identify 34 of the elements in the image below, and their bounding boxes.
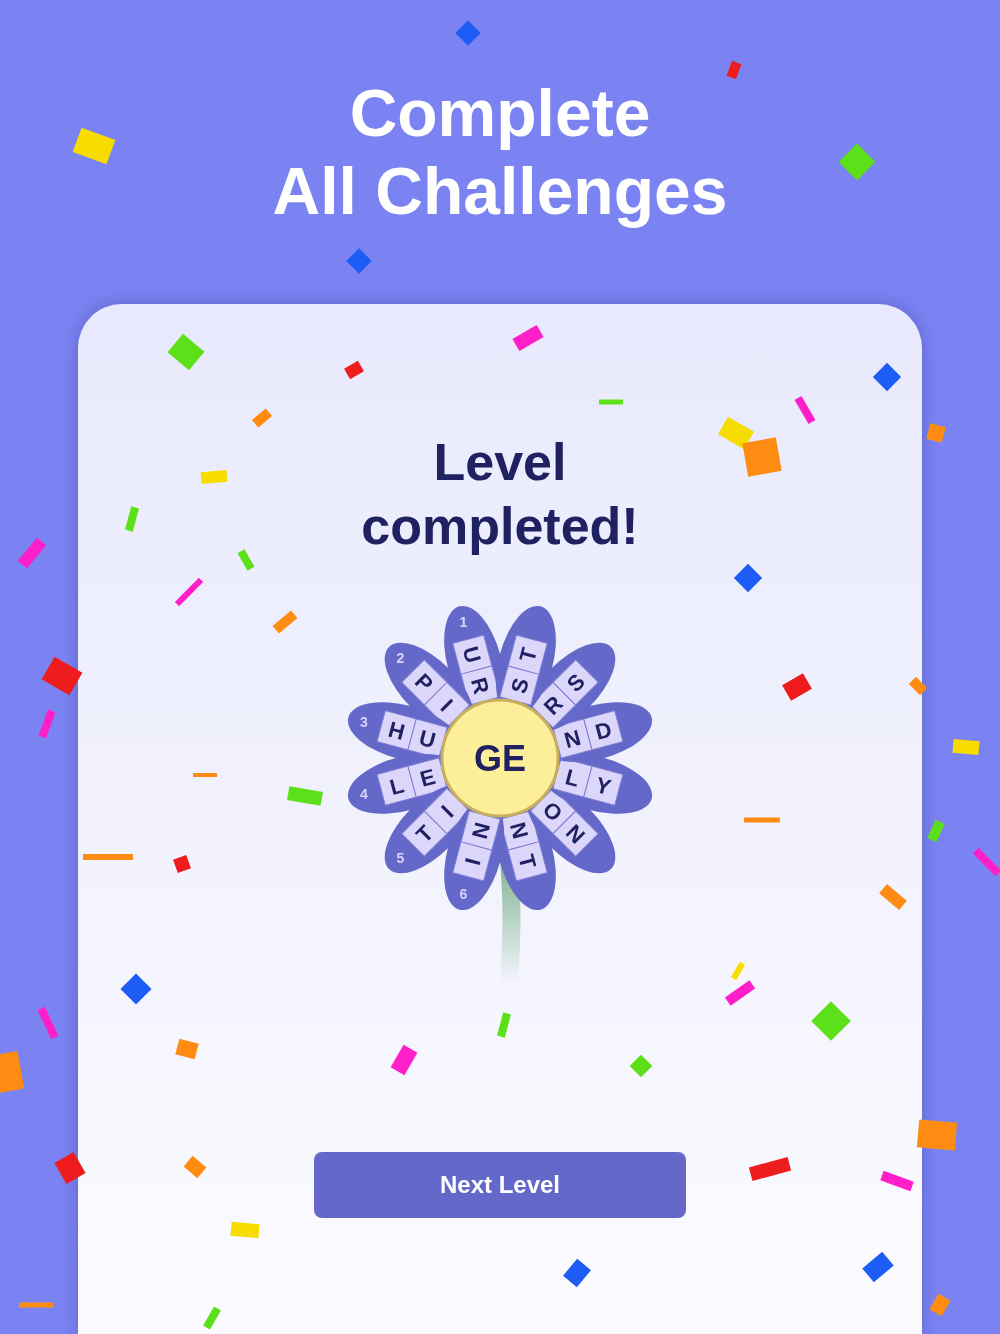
- confetti-piece: [726, 60, 742, 80]
- confetti-piece: [173, 855, 191, 873]
- letter-tile: Y: [583, 765, 624, 806]
- confetti-piece: [230, 1221, 260, 1239]
- next-level-button[interactable]: Next Level: [314, 1152, 686, 1218]
- confetti-piece: [175, 1038, 199, 1060]
- confetti-piece: [742, 437, 782, 477]
- confetti-piece: [744, 817, 780, 823]
- confetti-piece: [927, 819, 945, 843]
- confetti-piece: [497, 1012, 511, 1038]
- confetti-piece: [926, 423, 946, 443]
- confetti-piece: [200, 469, 228, 485]
- word-number: 6: [459, 886, 468, 903]
- headline: All Challenges: [272, 153, 728, 230]
- letter-tile: I: [452, 841, 493, 882]
- word-number: 4: [359, 786, 368, 803]
- confetti-piece: [287, 786, 323, 806]
- letter-tile: T: [507, 634, 548, 675]
- word-number: 3: [359, 713, 368, 730]
- confetti-piece: [599, 399, 623, 405]
- letter-tile: D: [583, 710, 624, 751]
- headline: Complete: [349, 75, 651, 152]
- confetti-piece: [125, 506, 139, 532]
- confetti-piece: [952, 738, 980, 756]
- level-completed-title: Level: [433, 432, 567, 493]
- confetti-piece: [0, 1051, 25, 1093]
- confetti-piece: [193, 773, 217, 777]
- confetti-piece: [83, 854, 133, 860]
- letter-tile: T: [507, 841, 548, 882]
- center-letters: GE: [474, 738, 526, 779]
- confetti-piece: [19, 1302, 53, 1308]
- confetti-piece: [916, 1119, 958, 1151]
- word-number: 1: [459, 613, 468, 630]
- level-completed-title: completed!: [361, 496, 639, 557]
